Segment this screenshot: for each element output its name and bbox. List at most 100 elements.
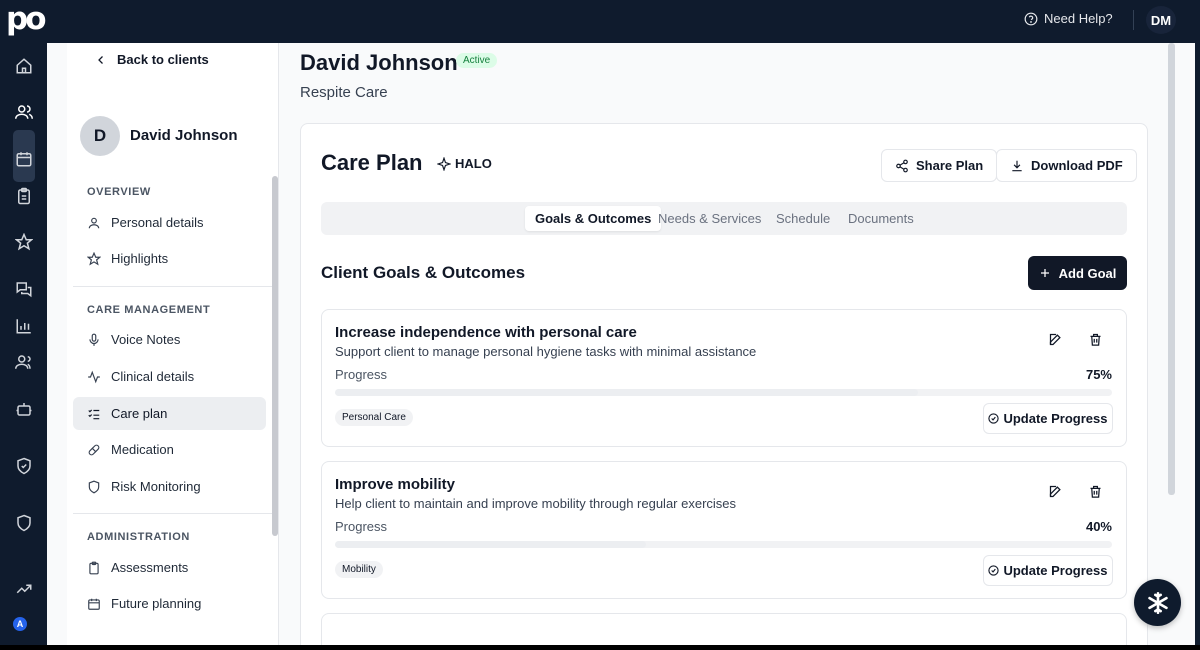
update-progress-label: Update Progress: [1003, 411, 1108, 426]
snowflake-logo-icon: [1145, 590, 1171, 616]
progress-label: Progress: [335, 367, 388, 382]
chevron-left-icon: [95, 54, 107, 66]
goal-card: Improve mobility Help client to maintain…: [321, 461, 1127, 599]
shield-icon[interactable]: [13, 512, 35, 534]
sidebar-item-label: Care plan: [111, 406, 168, 421]
chart-icon[interactable]: [13, 315, 35, 337]
halo-button[interactable]: HALO: [437, 156, 492, 171]
team-icon[interactable]: [13, 351, 35, 373]
sidebar-divider: [73, 286, 272, 287]
user-avatar[interactable]: DM: [1146, 6, 1176, 34]
sidebar-item-clinical-details[interactable]: Clinical details: [73, 360, 266, 393]
care-plan-title: Care Plan: [321, 150, 423, 175]
progress-track: [335, 389, 1112, 396]
goal-card: Increase independence with personal care…: [321, 309, 1127, 447]
edit-icon[interactable]: [1045, 481, 1065, 501]
sidebar-item-highlights[interactable]: Highlights: [73, 242, 266, 275]
add-goal-button[interactable]: Add Goal: [1028, 256, 1127, 290]
section-title-overview: OVERVIEW: [87, 186, 151, 198]
back-label: Back to clients: [117, 52, 209, 67]
status-badge: Active: [456, 53, 498, 68]
goals-heading: Client Goals & Outcomes: [321, 263, 526, 282]
sidebar-item-label: Risk Monitoring: [111, 479, 201, 494]
top-bar: po Need Help? DM: [0, 0, 1200, 43]
sidebar-item-label: Personal details: [111, 215, 204, 230]
pill-icon: [87, 443, 101, 457]
goal-title: Increase independence with personal care: [335, 324, 637, 341]
messages-icon[interactable]: [13, 278, 35, 300]
sidebar-client-name: David Johnson: [130, 127, 238, 144]
goal-category-tag: Personal Care: [335, 409, 413, 426]
download-pdf-button[interactable]: Download PDF: [996, 149, 1137, 182]
download-pdf-label: Download PDF: [1031, 158, 1123, 173]
sidebar-item-label: Future planning: [111, 596, 202, 611]
sidebar-item-personal-details[interactable]: Personal details: [73, 206, 266, 239]
shield-icon: [87, 480, 101, 494]
mic-icon: [87, 333, 101, 347]
client-avatar: D: [80, 116, 120, 156]
progress-value: 40%: [1085, 519, 1112, 534]
progress-label: Progress: [335, 519, 388, 534]
sparkle-icon: [437, 156, 451, 171]
tab-schedule[interactable]: Schedule: [766, 206, 840, 231]
page-subtitle: Respite Care: [300, 84, 388, 101]
sidebar-scrollbar[interactable]: [272, 176, 278, 536]
share-icon: [895, 159, 909, 173]
star-icon[interactable]: [13, 231, 35, 253]
tab-goals-outcomes[interactable]: Goals & Outcomes: [525, 206, 662, 231]
progress-value: 75%: [1085, 367, 1112, 382]
trash-icon[interactable]: [1085, 481, 1105, 501]
progress-track: [335, 541, 1112, 548]
star-icon: [87, 251, 101, 266]
update-progress-button[interactable]: Update Progress: [983, 403, 1113, 434]
shield-check-icon[interactable]: [13, 455, 35, 477]
sidebar-item-medication[interactable]: Medication: [73, 433, 266, 466]
clipboard-icon: [87, 561, 101, 575]
trash-icon[interactable]: [1085, 329, 1105, 349]
assistant-chat-button[interactable]: [1134, 579, 1181, 626]
clipboard-icon[interactable]: [13, 185, 35, 207]
main-scrollbar[interactable]: [1168, 43, 1175, 495]
progress-fill: [335, 541, 646, 548]
sidebar-item-label: Assessments: [111, 560, 189, 575]
calendar-icon[interactable]: [13, 148, 35, 170]
topbar-divider: [1133, 10, 1134, 30]
pulse-icon: [87, 370, 101, 384]
goal-description: Help client to maintain and improve mobi…: [335, 496, 737, 511]
section-title-administration: ADMINISTRATION: [87, 531, 190, 543]
sidebar-item-label: Clinical details: [111, 369, 195, 384]
sidebar-item-label: Medication: [111, 442, 174, 457]
robot-icon[interactable]: [13, 398, 35, 420]
halo-label: HALO: [455, 156, 492, 171]
check-circle-icon: [988, 413, 1000, 424]
sidebar-item-label: Voice Notes: [111, 332, 181, 347]
workspace-badge[interactable]: A: [13, 617, 27, 631]
calendar-icon: [87, 597, 101, 611]
check-circle-icon: [988, 565, 1000, 576]
sidebar-item-voice-notes[interactable]: Voice Notes: [73, 323, 266, 356]
home-icon[interactable]: [13, 55, 35, 77]
share-plan-button[interactable]: Share Plan: [881, 149, 998, 182]
app-logo[interactable]: po: [6, 4, 46, 35]
care-plan-card: Care Plan HALO Share Plan Download PDF G…: [300, 123, 1148, 645]
trending-icon[interactable]: [13, 578, 35, 600]
sidebar-item-risk-monitoring[interactable]: Risk Monitoring: [73, 470, 266, 503]
user-icon: [87, 216, 101, 230]
update-progress-label: Update Progress: [1003, 563, 1108, 578]
clients-icon[interactable]: [13, 101, 35, 123]
tab-documents[interactable]: Documents: [838, 206, 924, 231]
sidebar-item-care-plan[interactable]: Care plan: [73, 397, 266, 430]
sidebar-item-future-planning[interactable]: Future planning: [73, 587, 266, 620]
section-title-care-management: CARE MANAGEMENT: [87, 304, 211, 316]
icon-rail: [0, 43, 47, 648]
sidebar-divider: [73, 513, 272, 514]
share-plan-label: Share Plan: [916, 158, 984, 173]
need-help-button[interactable]: Need Help?: [1024, 11, 1113, 26]
sidebar-item-label: Highlights: [111, 251, 169, 266]
edit-icon[interactable]: [1045, 329, 1065, 349]
back-to-clients-link[interactable]: Back to clients: [95, 52, 209, 67]
update-progress-button[interactable]: Update Progress: [983, 555, 1113, 586]
sidebar-item-assessments[interactable]: Assessments: [73, 551, 266, 584]
goal-card: [321, 613, 1127, 645]
tab-needs-services[interactable]: Needs & Services: [648, 206, 771, 231]
